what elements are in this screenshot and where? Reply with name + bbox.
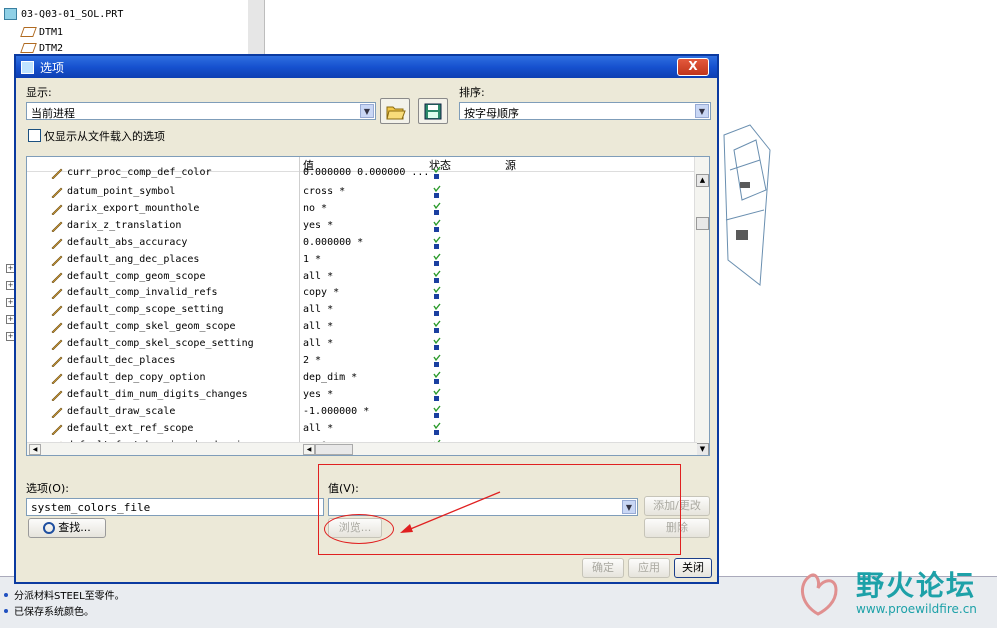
watermark-logo bbox=[801, 573, 838, 616]
watermark-name: 野火论坛 bbox=[856, 569, 977, 602]
watermark: 野火论坛 www.proewildfire.cn bbox=[786, 556, 986, 624]
watermark-url: www.proewildfire.cn bbox=[856, 602, 977, 616]
annotation-arrow bbox=[400, 491, 501, 533]
